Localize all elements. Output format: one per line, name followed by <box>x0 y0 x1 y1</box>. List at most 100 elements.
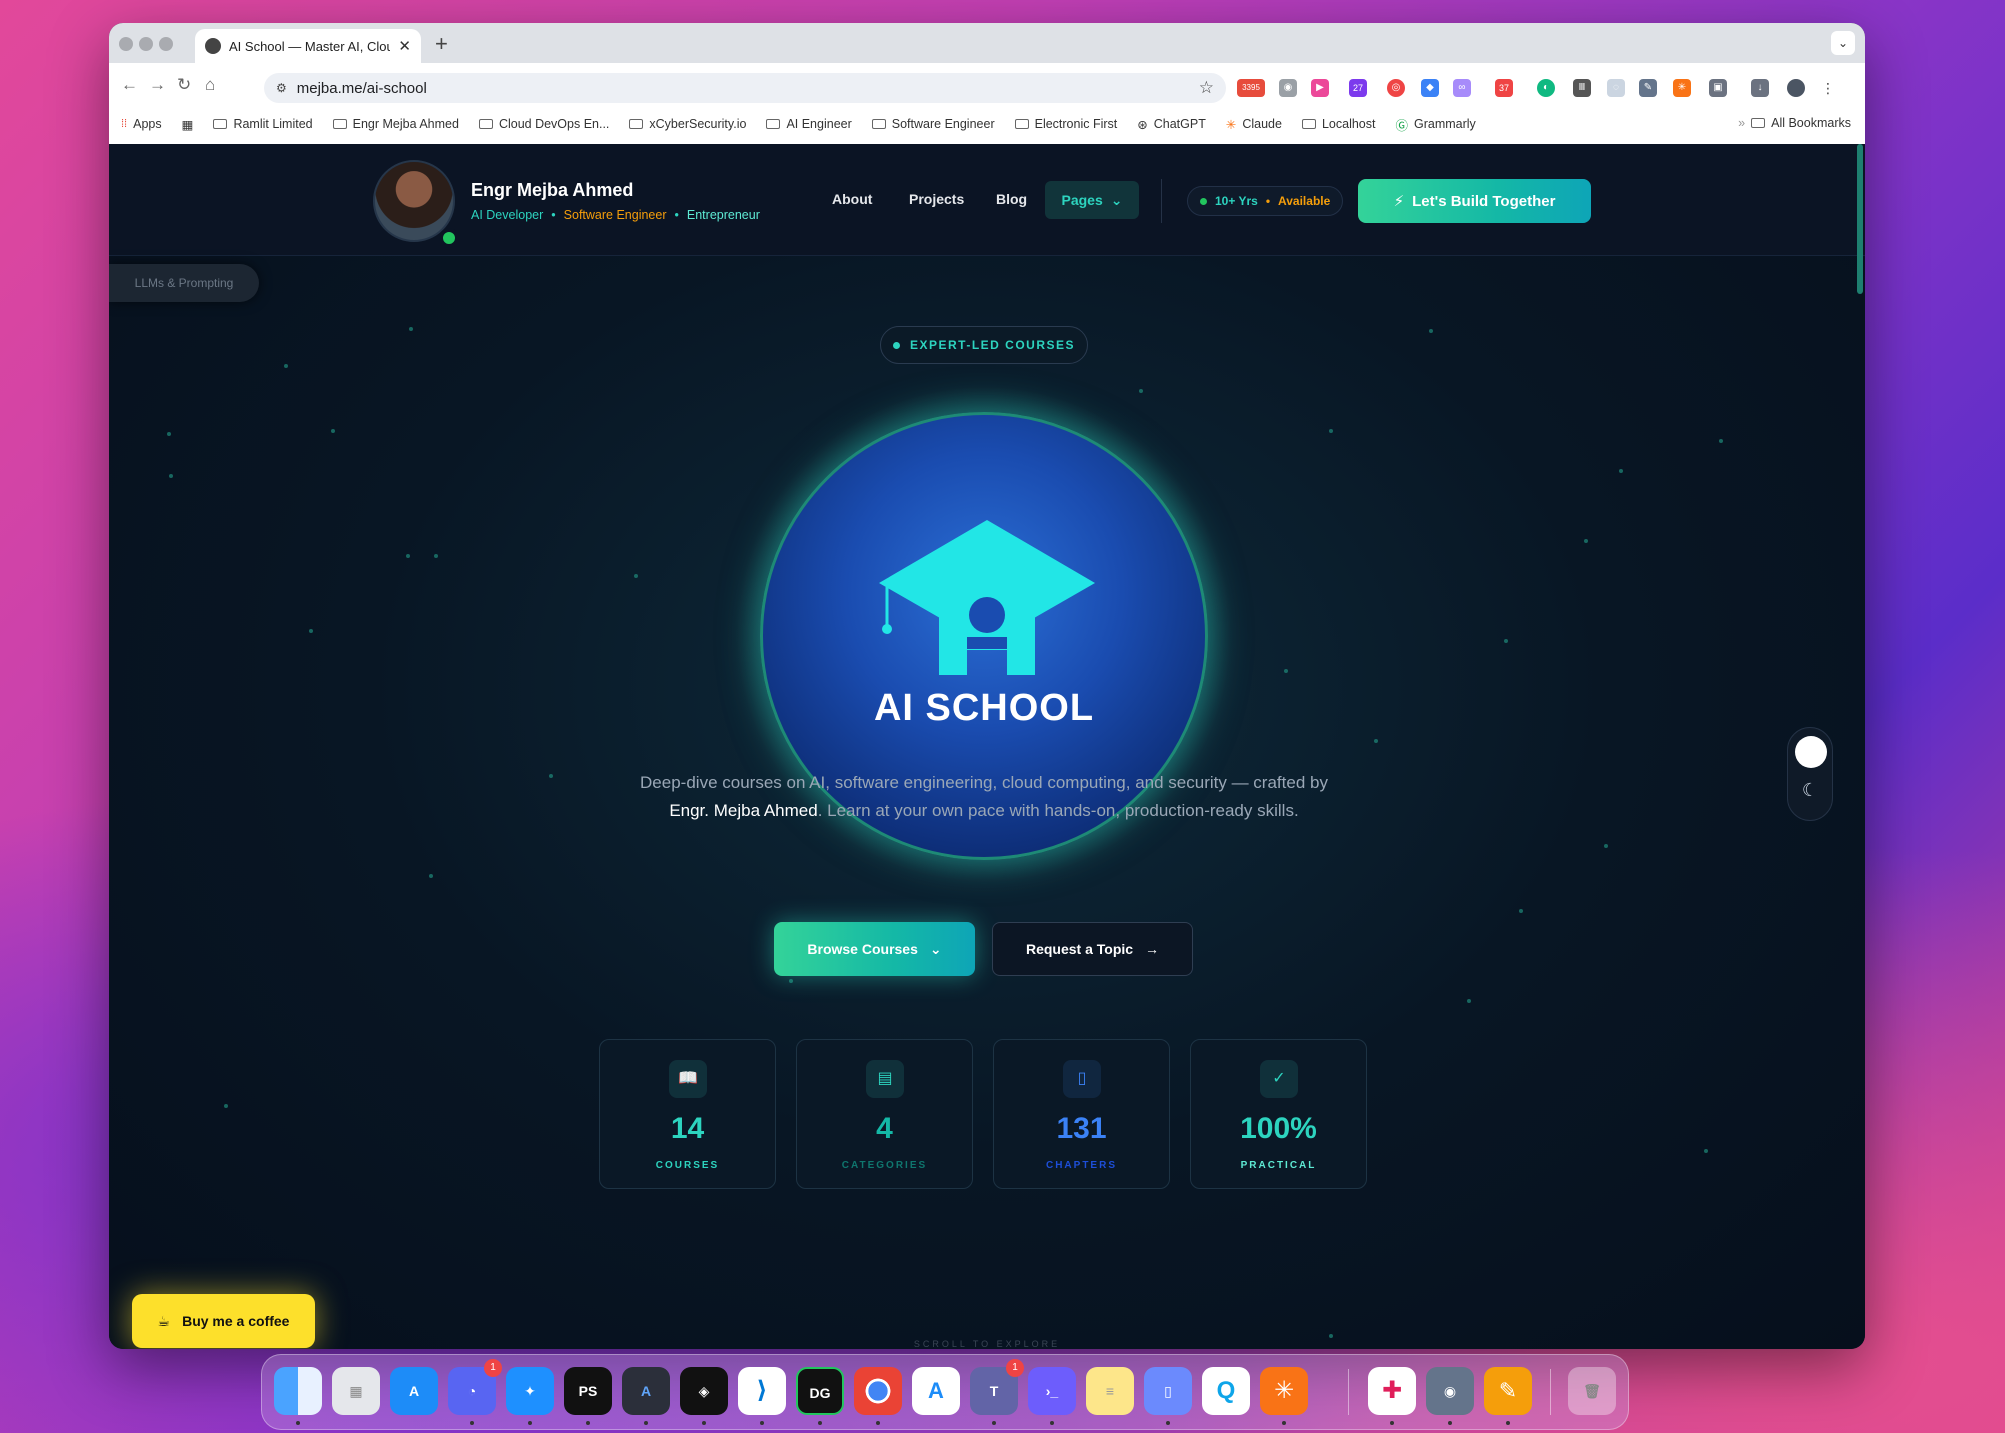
availability-status: Available <box>1278 194 1331 208</box>
bookmark-chatgpt[interactable]: ⊛ ChatGPT <box>1137 117 1206 132</box>
datagrip-icon[interactable]: DG <box>796 1367 844 1415</box>
extensions-puzzle-icon[interactable]: ▣ <box>1709 79 1727 97</box>
vscode-icon[interactable]: ⟩ <box>738 1367 786 1415</box>
role-separator: • <box>674 208 679 222</box>
chrome-icon[interactable] <box>854 1367 902 1415</box>
maximize-window-button[interactable] <box>159 37 173 51</box>
claude-app-icon[interactable]: ✳ <box>1260 1367 1308 1415</box>
bookmark-apps[interactable]: ⁞⁞ Apps <box>121 117 162 131</box>
slack-icon[interactable]: ✚ <box>1368 1367 1416 1415</box>
buy-me-a-coffee-button[interactable]: ☕ Buy me a coffee <box>132 1294 315 1348</box>
finder-icon[interactable] <box>274 1367 322 1415</box>
bookmark-star-icon[interactable]: ☆ <box>1199 78 1214 98</box>
tab-close-icon[interactable]: ✕ <box>398 37 411 55</box>
more-bookmarks-chevron-icon[interactable]: » <box>1738 116 1745 130</box>
folder-icon <box>629 119 644 129</box>
bookmark-claude[interactable]: ✳ Claude <box>1226 117 1282 132</box>
folder-icon <box>1751 118 1766 128</box>
address-bar[interactable]: ⚙ mejba.me/ai-school ☆ <box>264 73 1226 103</box>
simulator-icon[interactable]: ▯ <box>1144 1367 1192 1415</box>
container-app-icon[interactable]: ◉ <box>1426 1367 1474 1415</box>
app-store-icon[interactable]: A <box>390 1367 438 1415</box>
launchpad-icon[interactable]: ▦ <box>332 1367 380 1415</box>
forward-icon[interactable]: → <box>149 75 166 95</box>
extension-icon-5[interactable]: ◎ <box>1387 79 1405 97</box>
trash-icon[interactable]: 🗑 <box>1568 1367 1616 1415</box>
light-mode-icon[interactable] <box>1795 736 1827 768</box>
folder-icon <box>766 119 781 129</box>
request-topic-button[interactable]: Request a Topic → <box>992 922 1193 976</box>
terminal-app-icon[interactable]: ›_ <box>1028 1367 1076 1415</box>
browser-menu-icon[interactable]: ⋮ <box>1819 79 1837 97</box>
reload-icon[interactable]: ↻ <box>177 75 191 95</box>
quicktime-icon[interactable]: Q <box>1202 1367 1250 1415</box>
extension-icon-11[interactable]: ◌ <box>1607 79 1625 97</box>
bookmark-engr-mejba[interactable]: Engr Mejba Ahmed <box>332 117 459 131</box>
extension-icon-10[interactable]: Ⅲ <box>1573 79 1591 97</box>
bookmark-xcybersecurity[interactable]: xCyberSecurity.io <box>629 117 746 131</box>
site-settings-icon[interactable]: ⚙ <box>276 81 287 95</box>
site-header: Engr Mejba Ahmed AI Developer • Software… <box>109 144 1865 256</box>
apps-grid-icon: ⁞⁞ <box>121 118 128 130</box>
folder-icon <box>332 119 347 129</box>
xcode-instruments-icon[interactable]: A <box>912 1367 960 1415</box>
stat-label: COURSES <box>655 1160 720 1171</box>
stat-value: 4 <box>876 1112 893 1145</box>
extension-icon-6[interactable]: ◆ <box>1421 79 1439 97</box>
site-owner-name[interactable]: Engr Mejba Ahmed <box>471 180 633 201</box>
browser-window: AI School — Master AI, Cloud ✕ + ⌄ ← → ↻… <box>109 23 1865 1349</box>
url-text[interactable]: mejba.me/ai-school <box>297 80 1189 97</box>
new-tab-button[interactable]: + <box>435 31 448 57</box>
tab-search-chevron-icon[interactable]: ⌄ <box>1831 31 1855 55</box>
bookmark-cloud-devops[interactable]: Cloud DevOps En... <box>478 117 609 131</box>
profile-avatar[interactable] <box>1787 79 1805 97</box>
back-icon[interactable]: ← <box>121 75 138 95</box>
arc-icon[interactable]: A <box>622 1367 670 1415</box>
folder-icon <box>871 119 886 129</box>
download-icon[interactable]: ↓ <box>1751 79 1769 97</box>
status-dot <box>1200 197 1207 205</box>
cube-app-icon[interactable]: ◈ <box>680 1367 728 1415</box>
extension-icon-8[interactable]: 37 <box>1495 79 1513 97</box>
active-tab[interactable]: AI School — Master AI, Cloud ✕ <box>195 29 421 63</box>
all-bookmarks[interactable]: » All Bookmarks <box>1738 116 1851 130</box>
theme-toggle[interactable]: ☾ <box>1787 727 1833 821</box>
bookmark-grammarly[interactable]: Ⓖ Grammarly <box>1395 115 1475 134</box>
notes-icon[interactable]: ≡ <box>1086 1367 1134 1415</box>
role-ai-developer: AI Developer <box>471 208 544 222</box>
bookmark-ramlit[interactable]: Ramlit Limited <box>213 117 313 131</box>
bookmark-electronic-first[interactable]: Electronic First <box>1014 117 1117 131</box>
safari-icon[interactable]: ✦ <box>506 1367 554 1415</box>
floating-topic-tag[interactable]: LLMs & Prompting <box>109 264 259 302</box>
nav-projects[interactable]: Projects <box>909 191 964 207</box>
dark-mode-moon-icon[interactable]: ☾ <box>1788 780 1832 801</box>
stat-card-practical: ✓ 100% PRACTICAL <box>1190 1039 1367 1189</box>
extension-icon-7[interactable]: ∞ <box>1453 79 1471 97</box>
scroll-hint: SCROLL TO EXPLORE <box>913 1339 1061 1349</box>
close-window-button[interactable] <box>119 37 133 51</box>
bookmark-ai-engineer[interactable]: AI Engineer <box>766 117 852 131</box>
mail-extension-icon[interactable]: 3395 <box>1237 79 1265 97</box>
extension-icon-9[interactable]: ◐ <box>1537 79 1555 97</box>
browser-toolbar: ← → ↻ ⌂ ⚙ mejba.me/ai-school ☆ 3395 ◉ ▶ … <box>109 63 1865 155</box>
home-icon[interactable]: ⌂ <box>205 75 215 95</box>
page-scrollbar[interactable] <box>1857 144 1863 294</box>
nav-about[interactable]: About <box>832 191 872 207</box>
phpstorm-icon[interactable]: PS <box>564 1367 612 1415</box>
extension-icon-12[interactable]: ✎ <box>1639 79 1657 97</box>
nav-pages-dropdown[interactable]: Pages ⌄ <box>1045 181 1139 219</box>
pages-icon[interactable]: ✎ <box>1484 1367 1532 1415</box>
extension-icon-3[interactable]: ▶ <box>1311 79 1329 97</box>
macos-dock: ▦ A ◔ 1 ✦ PS A ◈ ⟩ DG A T 1 ›_ ≡ ▯ Q ✳ ✚… <box>261 1354 1629 1430</box>
bookmark-localhost[interactable]: Localhost <box>1301 117 1375 131</box>
extension-icon-4[interactable]: 27 <box>1349 79 1367 97</box>
experience-years: 10+ Yrs <box>1215 194 1258 208</box>
browse-courses-button[interactable]: Browse Courses ⌄ <box>774 922 975 976</box>
extension-icon-13[interactable]: ✳ <box>1673 79 1691 97</box>
bookmark-software-engineer[interactable]: Software Engineer <box>871 117 995 131</box>
bookmark-tab-groups[interactable]: ▦ <box>182 117 194 132</box>
camera-extension-icon[interactable]: ◉ <box>1279 79 1297 97</box>
minimize-window-button[interactable] <box>139 37 153 51</box>
nav-blog[interactable]: Blog <box>996 191 1027 207</box>
lets-build-together-button[interactable]: ⚡ Let's Build Together <box>1358 179 1591 223</box>
